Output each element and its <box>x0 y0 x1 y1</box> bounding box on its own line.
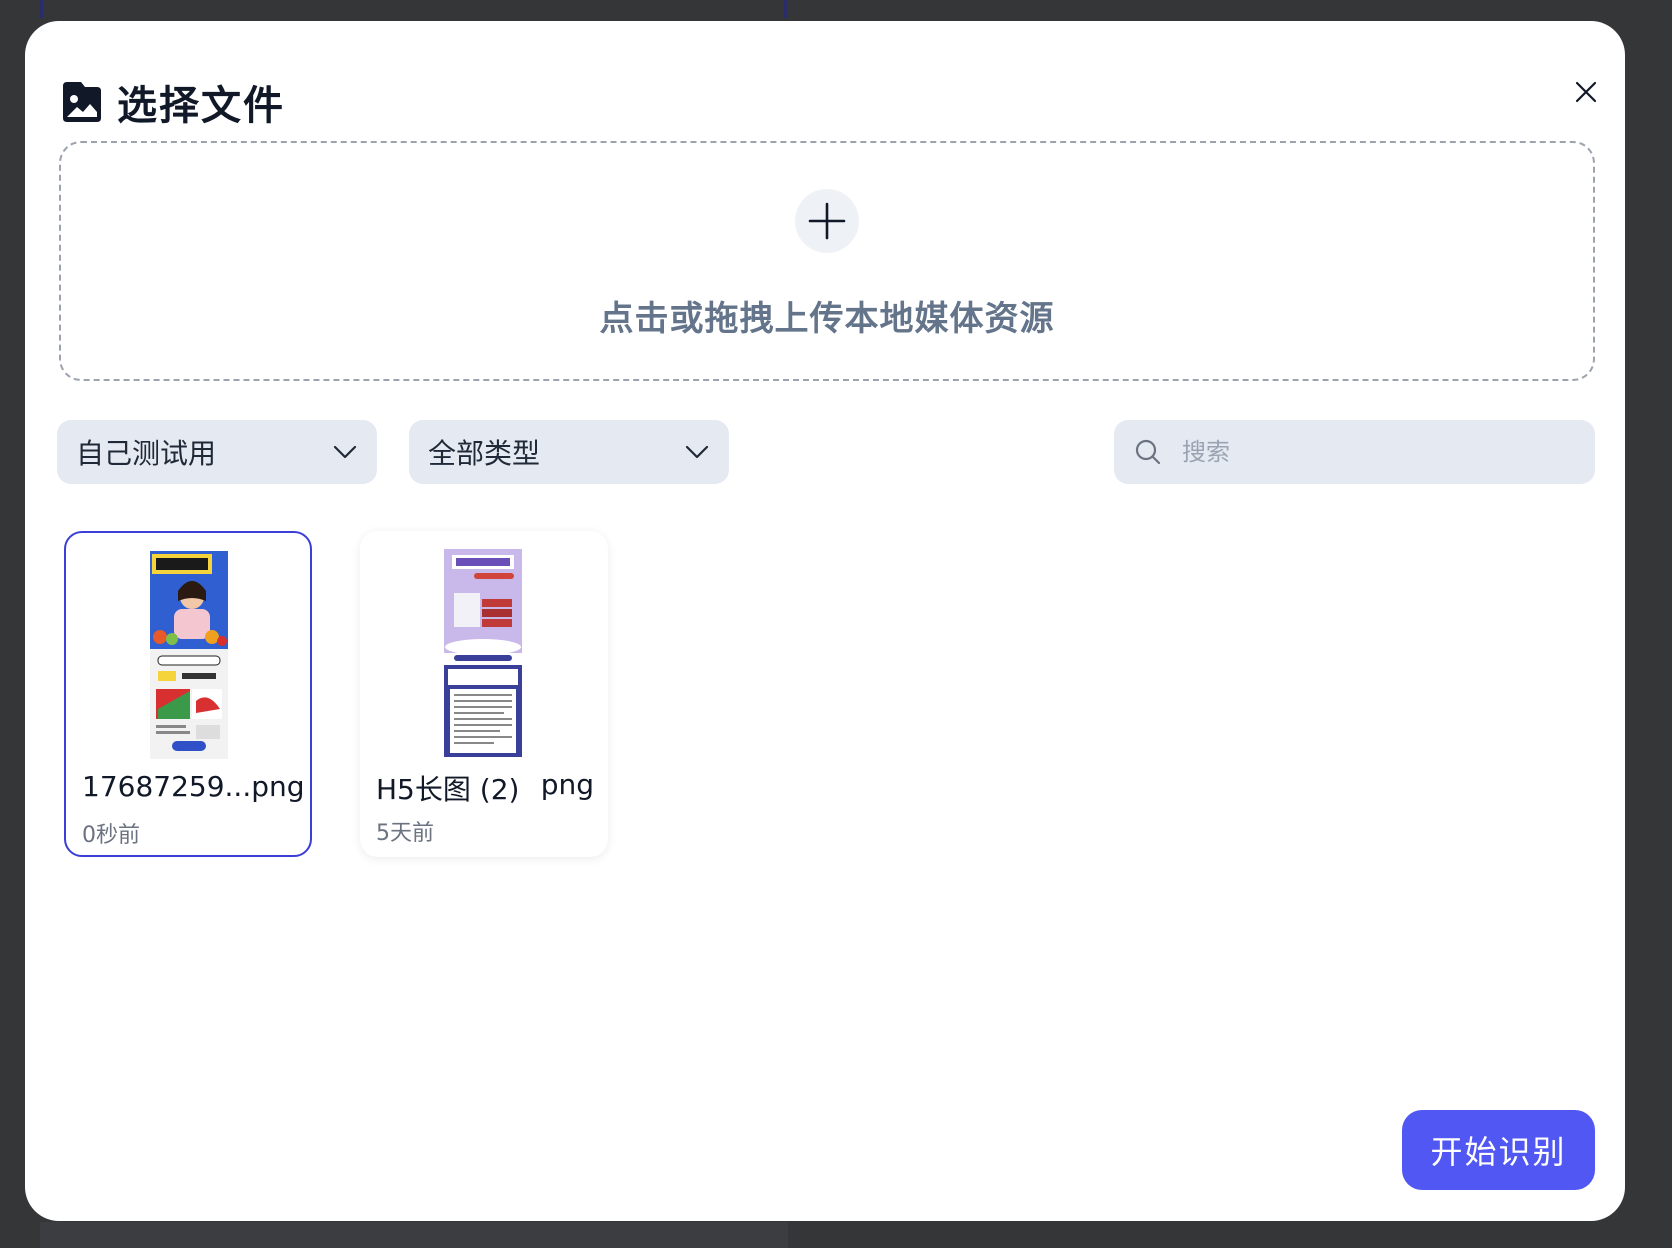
search-icon <box>1135 439 1161 465</box>
file-name-row: 17687259... png <box>82 770 305 803</box>
file-card[interactable]: 17687259... png 0秒前 <box>64 531 312 857</box>
modal-header: 选择文件 <box>59 57 285 147</box>
search-box[interactable] <box>1114 420 1595 484</box>
live-preview-poster-thumbnail <box>150 551 228 759</box>
image-icon <box>63 82 101 122</box>
file-extension: png <box>540 768 594 801</box>
backdrop-panel <box>40 1222 788 1248</box>
type-select-value: 全部类型 <box>428 437 541 470</box>
modal-title: 选择文件 <box>117 83 285 129</box>
file-extension: png <box>251 770 305 803</box>
file-thumbnail <box>150 551 228 759</box>
file-name-row: H5长图 (2) png <box>376 768 594 808</box>
file-name: H5长图 (2) <box>376 773 520 806</box>
chevron-down-icon <box>333 445 357 459</box>
file-time: 0秒前 <box>82 823 140 848</box>
type-select[interactable]: 全部类型 <box>409 420 729 484</box>
close-icon <box>1575 81 1597 103</box>
start-recognition-button[interactable]: 开始识别 <box>1402 1110 1595 1190</box>
project-select-value: 自己测试用 <box>76 437 217 470</box>
file-thumbnail <box>444 549 522 757</box>
file-time: 5天前 <box>376 821 434 846</box>
upload-plus-button[interactable] <box>795 189 859 253</box>
plus-icon <box>808 202 846 240</box>
backdrop-window-edge <box>40 0 787 18</box>
upload-dropzone[interactable]: 点击或拖拽上传本地媒体资源 <box>59 141 1595 381</box>
upload-hint-text: 点击或拖拽上传本地媒体资源 <box>599 299 1055 339</box>
chevron-down-icon <box>685 445 709 459</box>
file-name: 17687259... <box>82 770 252 803</box>
close-button[interactable] <box>1561 67 1611 117</box>
project-select[interactable]: 自己测试用 <box>57 420 377 484</box>
file-card[interactable]: H5长图 (2) png 5天前 <box>360 531 608 857</box>
search-input[interactable] <box>1180 437 1564 467</box>
civil-code-poster-thumbnail <box>444 549 522 757</box>
select-file-modal: 选择文件 点击或拖拽上传本地媒体资源 自己测试用 全部类型 搜索 1768725… <box>25 21 1625 1221</box>
